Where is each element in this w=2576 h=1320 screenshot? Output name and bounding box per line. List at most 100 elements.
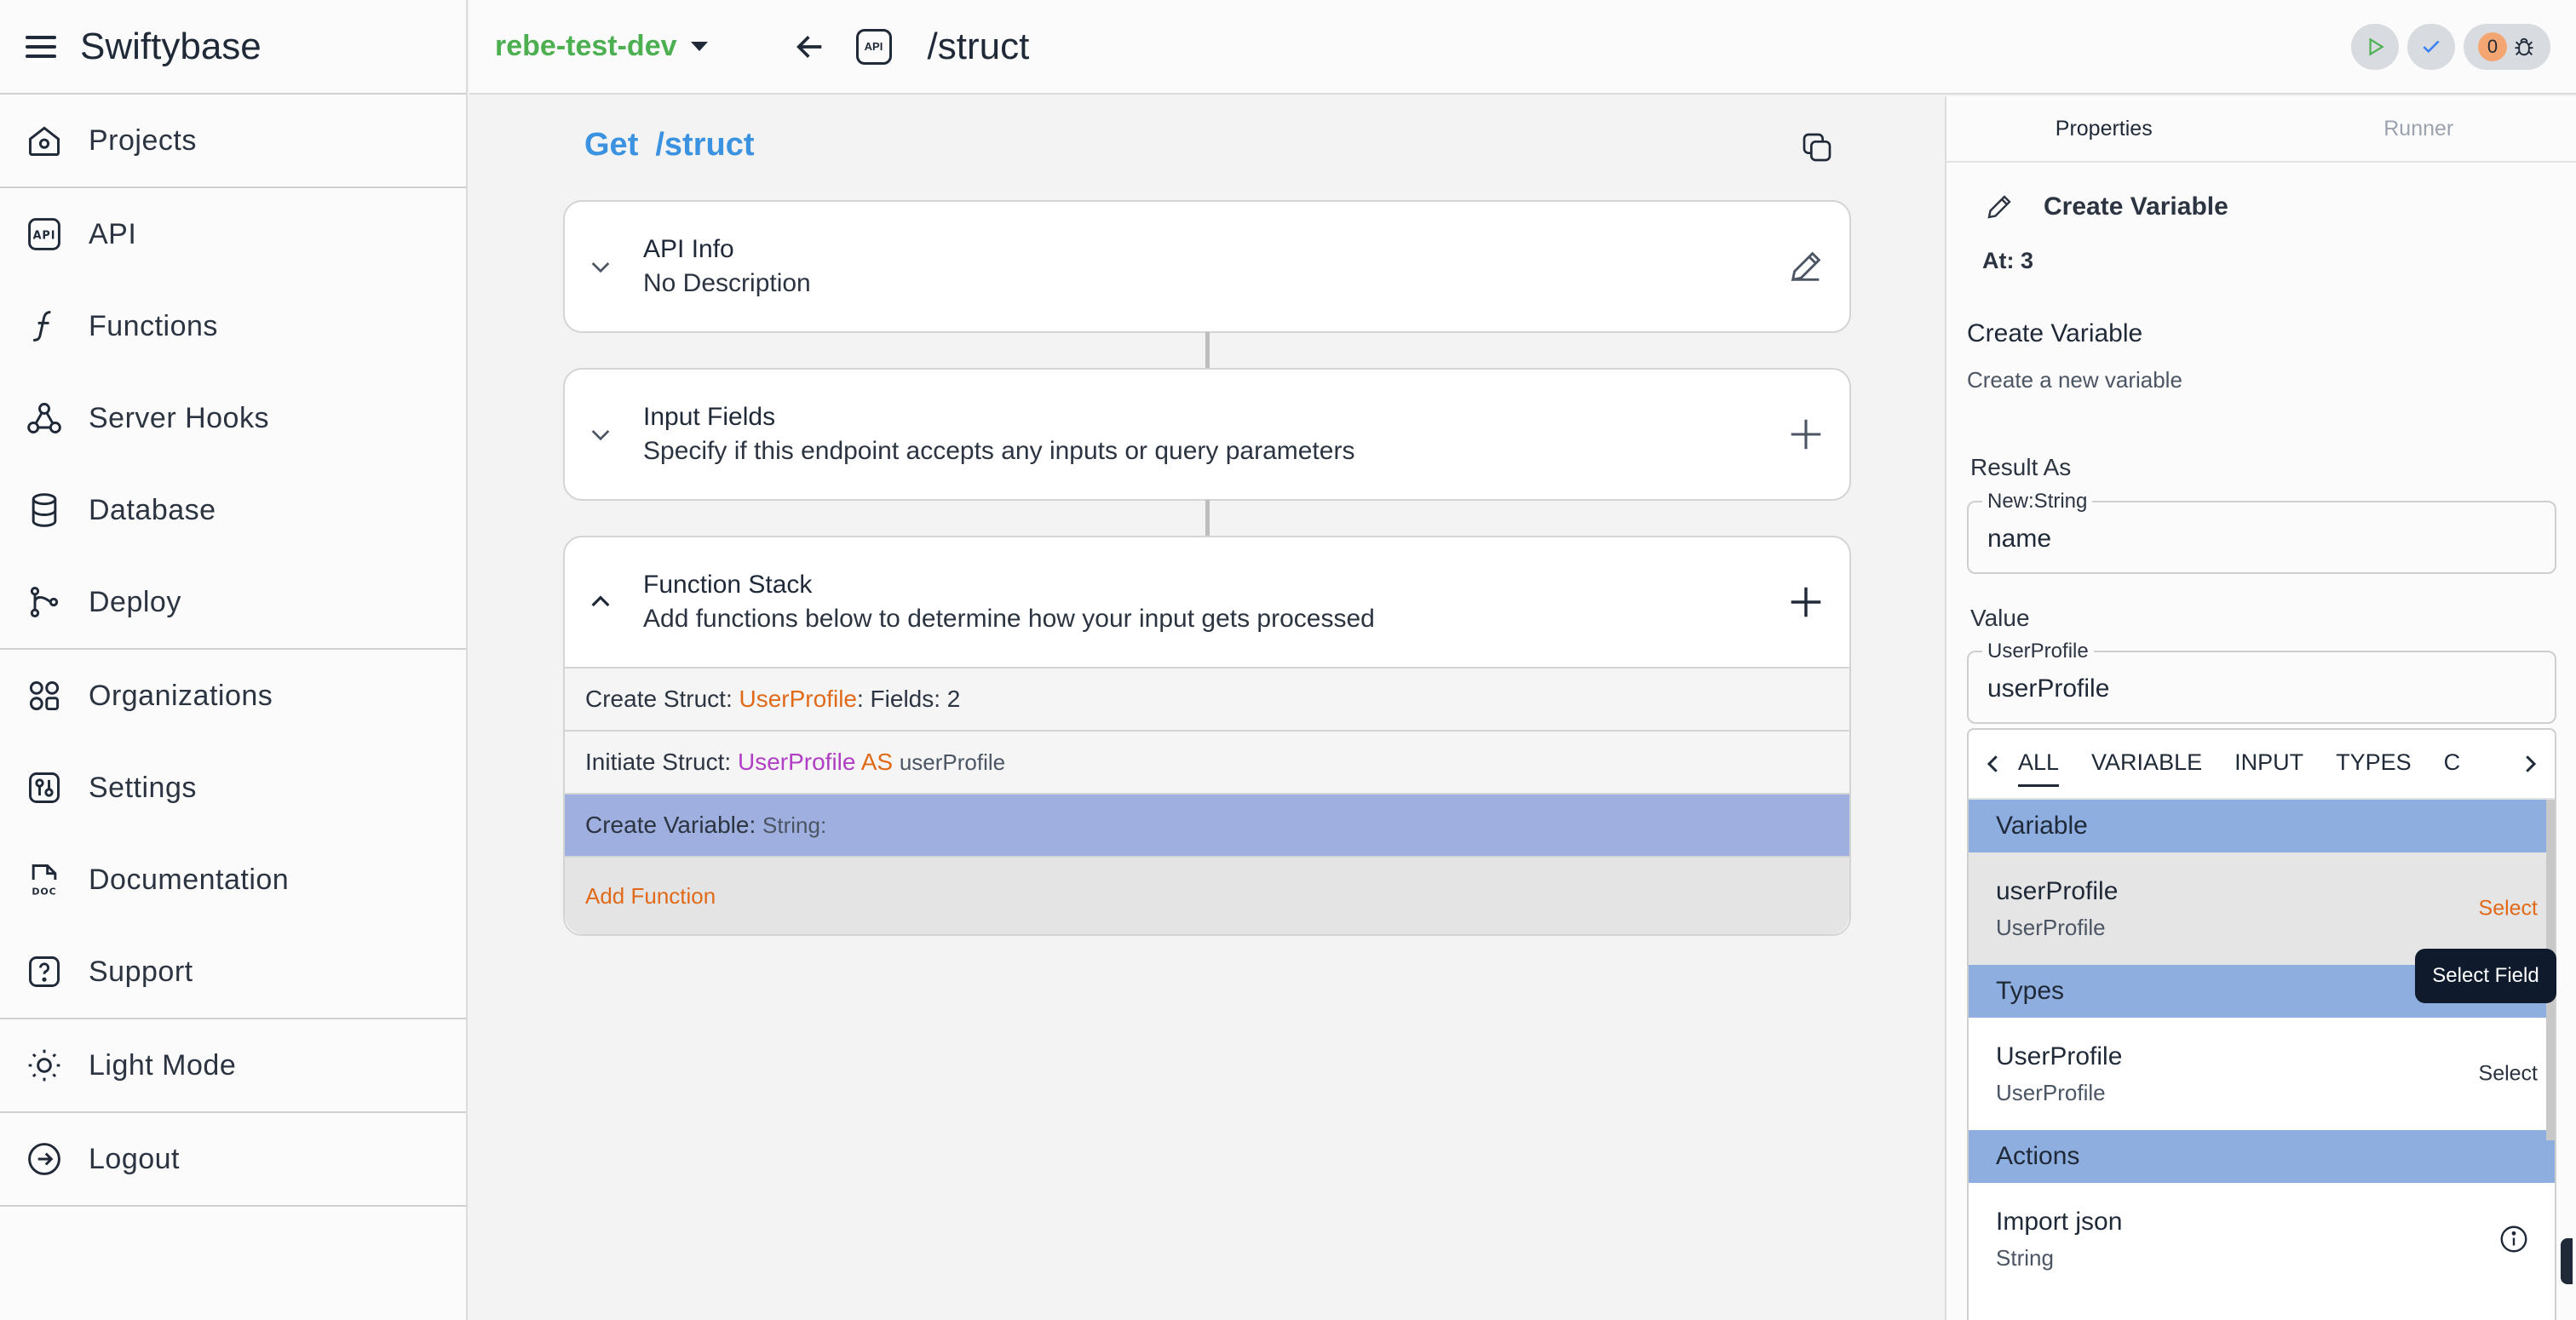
picker-item-import-json[interactable]: Import json String (1969, 1183, 2555, 1295)
sidebar-item-projects[interactable]: Projects (0, 95, 466, 187)
sidebar-item-label: Settings (89, 771, 197, 804)
function-row-initiate-struct[interactable]: Initiate Struct: UserProfile AS userProf… (565, 730, 1849, 793)
picker-tabs: ALL VARIABLE INPUT TYPES C (1969, 730, 2555, 800)
input-fields-header[interactable]: Input Fields Specify if this endpoint ac… (565, 370, 1849, 499)
select-button[interactable]: Select (2479, 897, 2538, 921)
sidebar-item-label: Support (89, 955, 193, 988)
tab-properties[interactable]: Properties (1946, 96, 2262, 161)
value-picker-dropdown: ALL VARIABLE INPUT TYPES C Variable user… (1967, 728, 2556, 1320)
validate-button[interactable] (2407, 24, 2455, 70)
http-method: Get (584, 127, 639, 163)
picker-tab-variable[interactable]: VARIABLE (2091, 741, 2202, 787)
as-keyword: AS (855, 749, 900, 775)
caret-down-icon (690, 42, 708, 51)
settings-icon (29, 772, 60, 803)
edit-pencil-icon[interactable] (1786, 247, 1826, 286)
add-function-button[interactable]: Add Function (565, 856, 1849, 934)
sidebar-item-label: Server Hooks (89, 401, 269, 434)
function-row-create-struct[interactable]: Create Struct: UserProfile: Fields: 2 (565, 667, 1849, 730)
picker-tab-types[interactable]: TYPES (2336, 741, 2412, 787)
value-input[interactable]: UserProfile userProfile (1967, 640, 2556, 724)
function-row-label: Initiate Struct: (585, 749, 732, 775)
function-row-label: Create Struct: (585, 686, 733, 712)
sidebar-item-deploy[interactable]: Deploy (0, 556, 466, 648)
panel-tabs: Properties Runner (1946, 96, 2576, 163)
api-info-card: API Info No Description (563, 200, 1851, 333)
function-row-create-variable[interactable]: Create Variable: String: (565, 793, 1849, 856)
sidebar-item-label: Database (89, 493, 216, 526)
sidebar-item-logout[interactable]: Logout (0, 1113, 466, 1205)
run-button[interactable] (2351, 24, 2399, 70)
sidebar-item-label: Deploy (89, 585, 181, 618)
home-icon (29, 126, 60, 156)
sidebar-item-label: Documentation (89, 863, 290, 896)
function-title: Create Variable (1967, 319, 2143, 347)
function-stack-title: Function Stack (643, 571, 813, 599)
item-type: String (1996, 1244, 2054, 1271)
chevron-right-icon[interactable] (2517, 751, 2543, 777)
section-actions: Actions (1969, 1130, 2555, 1183)
select-button[interactable]: Select (2479, 1062, 2538, 1087)
picker-tab-more[interactable]: C (2444, 741, 2461, 787)
back-arrow-icon[interactable] (793, 30, 827, 64)
copy-icon[interactable] (1800, 130, 1834, 164)
endpoint-heading: Get/struct (584, 127, 755, 164)
svg-text:DOC: DOC (32, 886, 56, 897)
info-icon[interactable] (2498, 1224, 2529, 1254)
nav-group-account: Organizations Settings DOC Documentation… (0, 650, 466, 1019)
result-as-input[interactable]: New:String name (1967, 490, 2556, 574)
function-stack-header[interactable]: Function Stack Add functions below to de… (565, 537, 1849, 667)
tab-runner[interactable]: Runner (2262, 96, 2576, 161)
item-type: UserProfile (1996, 1079, 2106, 1105)
struct-fields: : Fields: 2 (857, 686, 961, 712)
help-icon (29, 956, 60, 987)
sidebar-item-organizations[interactable]: Organizations (0, 650, 466, 742)
result-as-value: name (1987, 525, 2052, 553)
struct-name: UserProfile (739, 686, 857, 712)
pencil-icon[interactable] (1984, 192, 2015, 222)
chevron-left-icon[interactable] (1981, 751, 2006, 777)
input-fields-card: Input Fields Specify if this endpoint ac… (563, 368, 1851, 501)
add-function-plus-icon[interactable] (1786, 583, 1826, 622)
sidebar-item-label: Functions (89, 309, 218, 342)
sidebar-item-label: Logout (89, 1142, 180, 1175)
sidebar-item-functions[interactable]: Functions (0, 280, 466, 372)
doc-icon: DOC (32, 864, 57, 897)
section-variable: Variable (1969, 800, 2555, 852)
side-drawer-handle[interactable] (2561, 1238, 2573, 1284)
struct-name: UserProfile (737, 749, 856, 775)
hamburger-menu-icon[interactable] (26, 29, 61, 65)
editor-canvas: Get/struct API Info No Description Input… (469, 96, 1943, 1320)
logout-icon (28, 1143, 60, 1175)
value-legend: UserProfile (1982, 640, 2094, 663)
sidebar-item-light-mode[interactable]: Light Mode (0, 1019, 466, 1111)
play-icon (2369, 37, 2384, 56)
sidebar-item-server-hooks[interactable]: Server Hooks (0, 372, 466, 464)
input-fields-subtitle: Specify if this endpoint accepts any inp… (643, 437, 1355, 465)
sidebar-item-api[interactable]: API API (0, 188, 466, 280)
sidebar-item-settings[interactable]: Settings (0, 742, 466, 834)
result-as-label: Result As (1970, 454, 2072, 480)
item-name: userProfile (1996, 876, 2119, 905)
properties-header-title: Create Variable (2044, 192, 2228, 221)
project-selector[interactable]: rebe-test-dev (495, 30, 708, 63)
nav-group-session: Logout (0, 1113, 466, 1207)
add-plus-icon[interactable] (1786, 415, 1826, 454)
debug-button[interactable]: 0 (2464, 24, 2550, 70)
webhook-icon (27, 403, 61, 433)
picker-item-userprofile-type[interactable]: UserProfile UserProfile Select (1969, 1018, 2555, 1130)
sun-icon (28, 1049, 60, 1082)
api-info-header[interactable]: API Info No Description (565, 202, 1849, 331)
project-name: rebe-test-dev (495, 30, 677, 62)
sidebar-item-database[interactable]: Database (0, 464, 466, 556)
api-info-subtitle: No Description (643, 269, 811, 297)
sidebar-item-documentation[interactable]: DOC Documentation (0, 834, 466, 926)
picker-tab-input[interactable]: INPUT (2234, 741, 2303, 787)
error-count-badge: 0 (2478, 32, 2507, 61)
nav-group-projects: Projects (0, 95, 466, 188)
sidebar-item-support[interactable]: Support (0, 926, 466, 1018)
picker-tab-all[interactable]: ALL (2018, 741, 2060, 787)
function-stack-subtitle: Add functions below to determine how you… (643, 605, 1375, 633)
value-value: userProfile (1987, 674, 2110, 703)
value-label: Value (1970, 605, 2030, 631)
